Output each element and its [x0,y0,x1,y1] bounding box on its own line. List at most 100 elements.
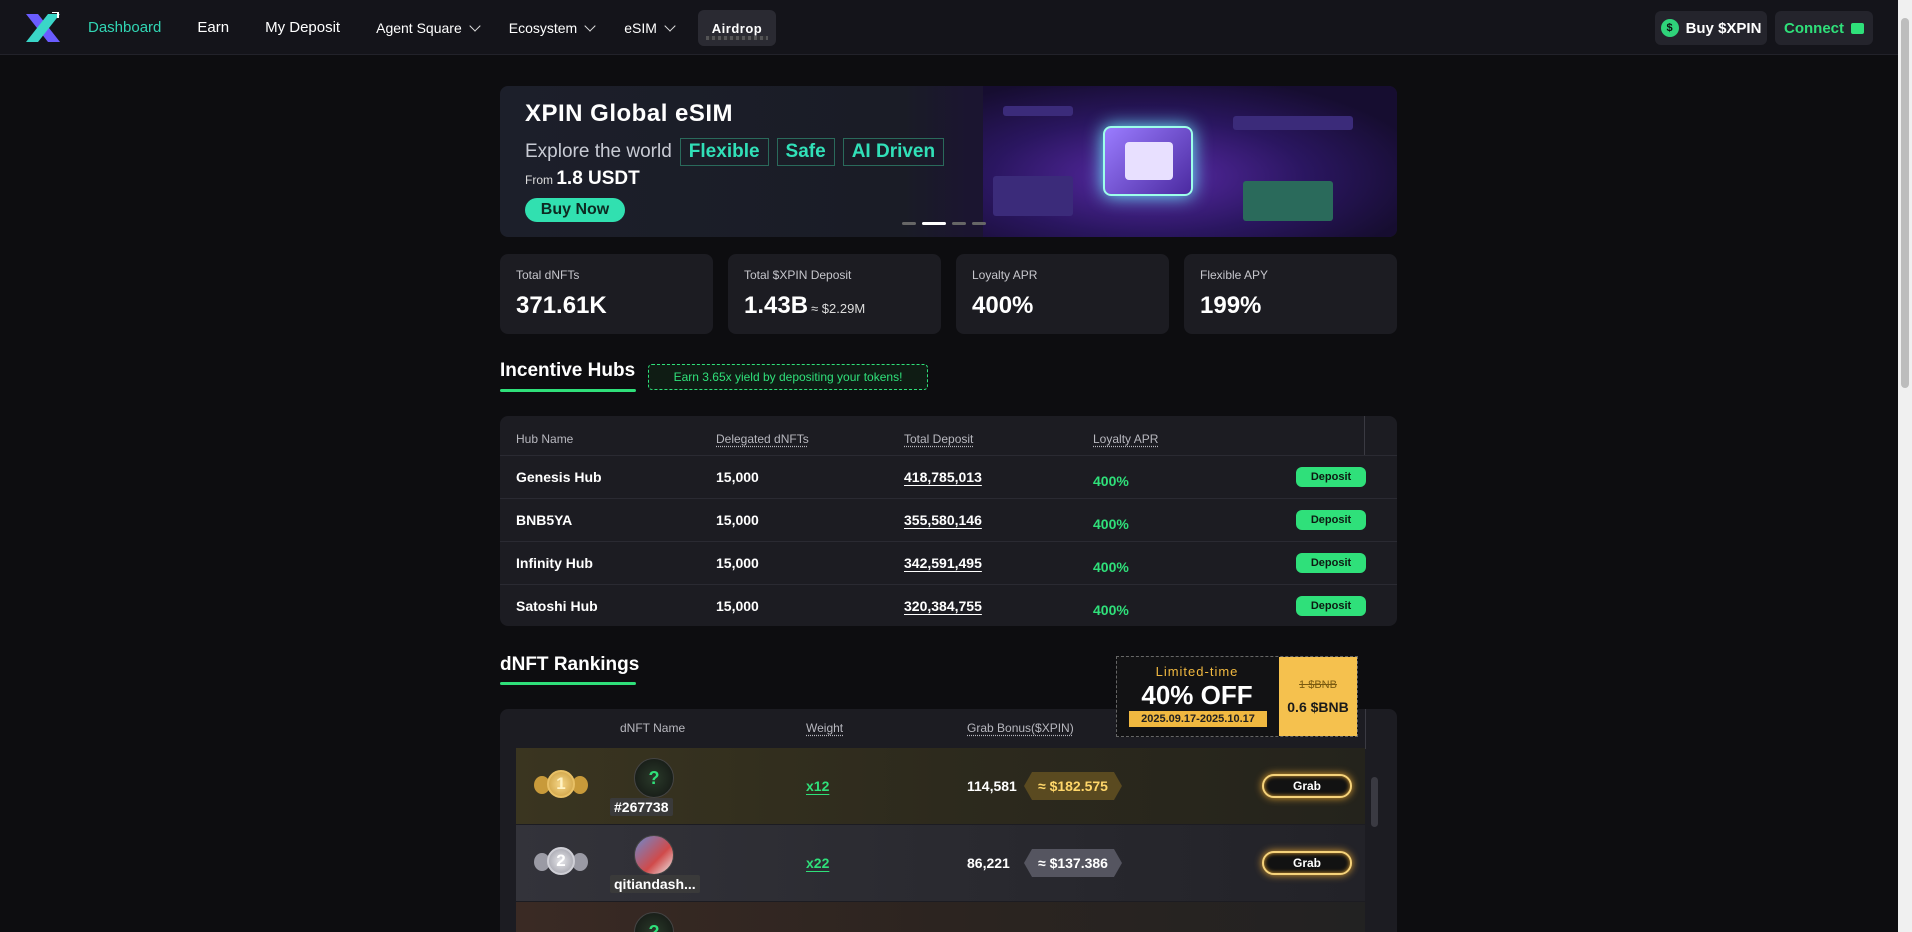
deposit-button[interactable]: Deposit [1296,596,1366,616]
silver-medal-icon: 2 [534,843,588,883]
banner-dot[interactable] [972,222,986,225]
stat-value-number: 371.61K [516,292,607,319]
scrollbar-thumb[interactable] [1901,18,1909,388]
xpin-logo-icon[interactable] [24,12,62,44]
nav-airdrop-label: Airdrop [711,20,763,36]
nav-ecosystem-label: Ecosystem [508,19,578,36]
deposit-button[interactable]: Deposit [1296,510,1366,530]
stat-label: Total $XPIN Deposit [744,268,852,282]
promo-price: 1 $BNB 0.6 $BNB [1279,657,1357,736]
top-nav: Dashboard Earn My Deposit Agent Square E… [0,0,1898,55]
connect-wallet-button[interactable]: Connect [1775,11,1873,45]
buy-xpin-button[interactable]: $ Buy $XPIN [1655,11,1767,45]
promo-discount: 40% OFF [1141,680,1253,710]
dnft-weight[interactable]: x12 [806,778,829,794]
nav-dashboard-label: Dashboard [88,19,162,36]
nav-airdrop[interactable]: Airdrop [698,10,776,46]
dnft-weight[interactable]: x22 [806,855,829,871]
buy-xpin-label: Buy $XPIN [1685,19,1762,37]
nav-my-deposit[interactable]: My Deposit [265,19,340,36]
banner-dot-active[interactable] [922,222,946,225]
connect-label: Connect [1784,19,1844,37]
deposit-button[interactable]: Deposit [1296,467,1366,487]
limited-time-promo[interactable]: Limited-time 40% OFF 2025.09.17-2025.10.… [1116,656,1358,737]
col-weight[interactable]: Weight [806,721,843,735]
stat-label: Loyalty APR [972,268,1038,282]
hub-apr: 400% [1093,559,1129,575]
stat-flexible-apy: Flexible APY 199% [1184,254,1397,334]
col-loyalty-apr[interactable]: Loyalty APR [1093,432,1158,446]
stat-value: 1.43B ≈ $2.29M [744,292,925,320]
table-row: 1 ? #267738 x12 114,581 ≈ $182.575 Grab [516,748,1365,824]
nav-earn[interactable]: Earn [197,19,229,36]
avatar[interactable]: ? [634,912,674,932]
nav-ecosystem[interactable]: Ecosystem [508,19,596,36]
col-total-deposit[interactable]: Total Deposit [904,432,973,446]
rank-number: 1 [547,770,575,798]
hub-name: Genesis Hub [516,469,602,485]
banner-dot[interactable] [952,222,966,225]
col-delegated-dnfts[interactable]: Delegated dNFTs [716,432,809,446]
incentive-hubs-table: Hub Name Delegated dNFTs Total Deposit L… [500,416,1397,626]
hub-dnfts: 15,000 [716,469,759,485]
hub-dnfts: 15,000 [716,512,759,528]
grab-button[interactable]: Grab [1262,851,1352,875]
nav-agent-square[interactable]: Agent Square [376,19,481,36]
banner-tag-safe: Safe [776,138,835,166]
nav-my-deposit-label: My Deposit [265,19,341,36]
column-divider [1364,416,1365,456]
nav-dashboard[interactable]: Dashboard [88,19,161,36]
promo-dates: 2025.09.17-2025.10.17 [1129,711,1267,727]
table-row: BNB5YA 15,000 355,580,146 400% Deposit [500,498,1397,541]
dnft-name[interactable]: #267738 [610,798,673,816]
banner-chip-illustration [983,86,1397,237]
table-row: Satoshi Hub 15,000 320,384,755 400% Depo… [500,584,1397,627]
nav-esim[interactable]: eSIM [624,19,676,36]
chevron-down-icon [664,19,676,32]
hub-deposit[interactable]: 320,384,755 [904,598,982,614]
table-scrollbar[interactable] [1371,777,1378,827]
col-grab-bonus[interactable]: Grab Bonus($XPIN) [967,721,1074,735]
avatar[interactable] [634,835,674,875]
stat-total-dnfts: Total dNFTs 371.61K [500,254,713,334]
esim-banner[interactable]: XPIN Global eSIM Explore the world Flexi… [500,86,1397,237]
hub-deposit[interactable]: 418,785,013 [904,469,982,485]
deposit-button[interactable]: Deposit [1296,553,1366,573]
stat-value: 400% [972,292,1153,320]
page-scrollbar[interactable] [1898,0,1912,932]
hub-deposit[interactable]: 342,591,495 [904,555,982,571]
grab-button[interactable]: Grab [1262,774,1352,798]
banner-price: From 1.8 USDT [525,168,640,190]
stat-label: Flexible APY [1200,268,1269,282]
dnft-rankings-title: dNFT Rankings [500,654,640,675]
dollar-coin-icon: $ [1660,19,1679,37]
circuit-decoration [1003,106,1073,116]
gold-medal-icon: 1 [534,766,588,806]
wallet-icon [1851,22,1864,34]
grab-bonus: 114,581 [967,778,1017,794]
hub-name: Satoshi Hub [516,598,598,614]
hub-dnfts: 15,000 [716,598,759,614]
promo-old-price: 1 $BNB [1299,679,1337,691]
table-row: Genesis Hub 15,000 418,785,013 400% Depo… [500,455,1397,498]
banner-price-value: 1.8 USDT [556,168,640,189]
banner-subtitle: Explore the world [525,141,672,162]
grab-bonus-usd: ≈ $137.386 [1024,849,1122,877]
promo-limited-label: Limited-time [1155,664,1239,679]
nav-esim-label: eSIM [624,19,657,36]
circuit-decoration [1233,116,1353,130]
chevron-down-icon [469,19,481,32]
buy-now-button[interactable]: Buy Now [525,198,625,222]
banner-title: XPIN Global eSIM [525,100,734,127]
section-underline [500,389,636,392]
stat-value: 371.61K [516,292,697,320]
banner-dot[interactable] [902,222,916,225]
chip-graphic [1103,126,1193,196]
hub-name: BNB5YA [516,512,573,528]
dnft-name[interactable]: qitiandash... [610,875,700,893]
stat-loyalty-apr: Loyalty APR 400% [956,254,1169,334]
avatar[interactable]: ? [634,758,674,798]
hub-deposit[interactable]: 355,580,146 [904,512,982,528]
earn-yield-tag: Earn 3.65x yield by depositing your toke… [648,364,928,390]
circuit-decoration [993,176,1073,216]
